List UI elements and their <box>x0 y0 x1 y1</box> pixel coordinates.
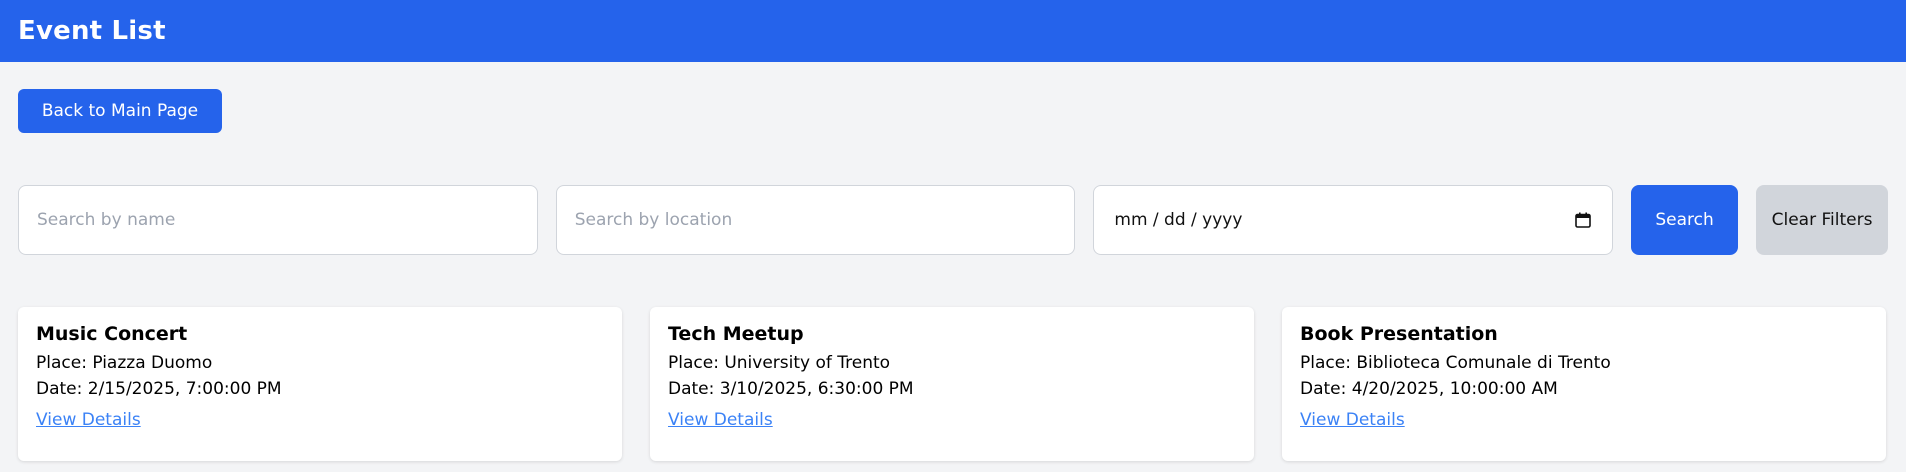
calendar-icon[interactable] <box>1574 211 1592 229</box>
event-title: Tech Meetup <box>668 323 804 345</box>
event-title: Music Concert <box>36 323 188 345</box>
page-title: Event List <box>18 16 166 46</box>
clear-filters-button[interactable]: Clear Filters <box>1756 185 1888 255</box>
event-card: Book Presentation Place: Biblioteca Comu… <box>1282 307 1886 461</box>
search-location-input[interactable] <box>555 185 1076 255</box>
filter-bar: mm / dd / yyyy Search Clear Filters <box>18 185 1888 255</box>
event-list: Music Concert Place: Piazza Duomo Date: … <box>18 307 1888 461</box>
event-card: Music Concert Place: Piazza Duomo Date: … <box>18 307 622 461</box>
event-place: Place: Piazza Duomo <box>36 353 213 373</box>
event-title: Book Presentation <box>1300 323 1498 345</box>
event-card: Tech Meetup Place: University of Trento … <box>650 307 1254 461</box>
back-to-main-button[interactable]: Back to Main Page <box>18 89 222 133</box>
date-placeholder: mm / dd / yyyy <box>1114 210 1243 230</box>
view-details-link[interactable]: View Details <box>36 410 141 430</box>
event-place: Place: Biblioteca Comunale di Trento <box>1300 353 1611 373</box>
app-header: Event List <box>0 0 1906 62</box>
search-button[interactable]: Search <box>1631 185 1739 255</box>
view-details-link[interactable]: View Details <box>668 410 773 430</box>
event-place: Place: University of Trento <box>668 353 891 373</box>
view-details-link[interactable]: View Details <box>1300 410 1405 430</box>
event-date: Date: 3/10/2025, 6:30:00 PM <box>668 379 914 399</box>
event-date: Date: 4/20/2025, 10:00:00 AM <box>1300 379 1558 399</box>
event-date: Date: 2/15/2025, 7:00:00 PM <box>36 379 282 399</box>
search-name-input[interactable] <box>18 185 538 255</box>
date-filter-input[interactable]: mm / dd / yyyy <box>1093 185 1614 255</box>
main-content: Back to Main Page mm / dd / yyyy Search … <box>0 62 1906 461</box>
